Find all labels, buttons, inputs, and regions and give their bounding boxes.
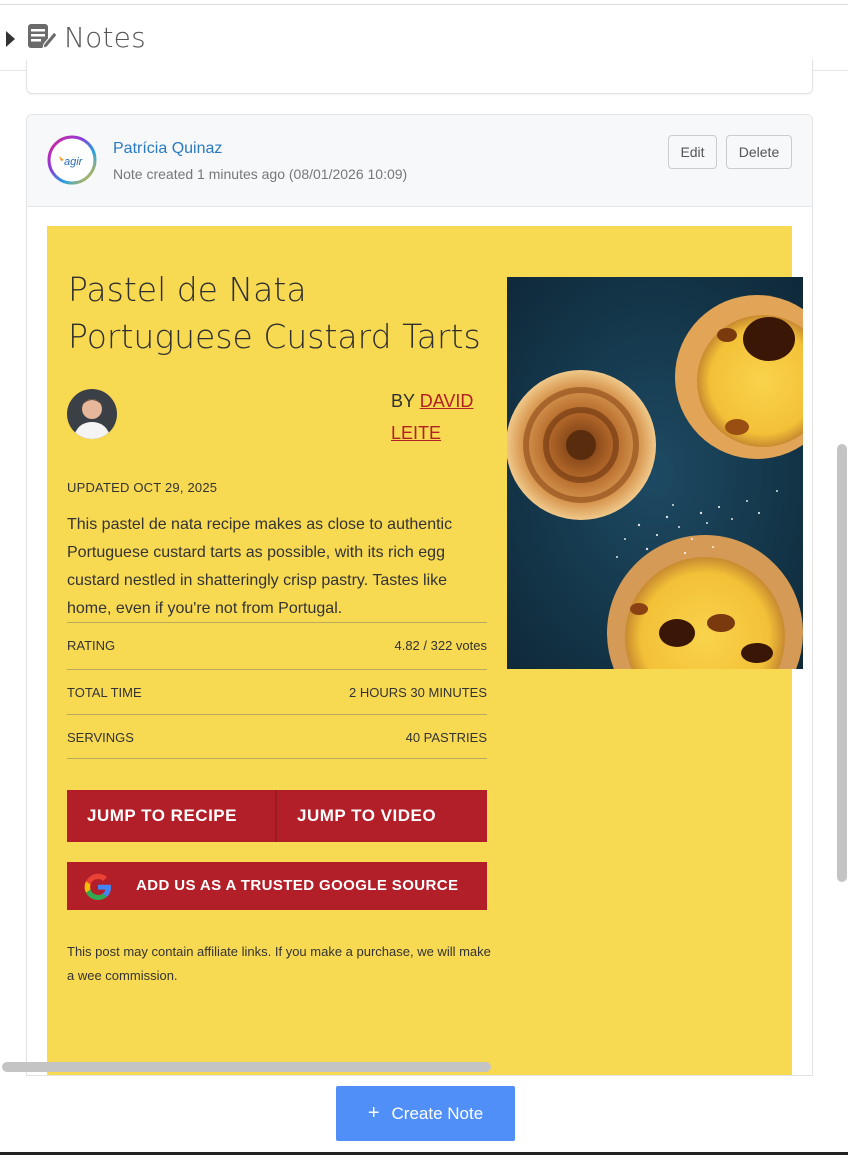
jump-divider (275, 790, 277, 842)
recipe-title-line2: Portuguese Custard Tarts (68, 317, 481, 356)
page-title: Notes (64, 21, 146, 54)
note-header: agir Patrícia Quinaz Note created 1 minu… (27, 115, 812, 207)
plus-icon: + (367, 1102, 380, 1124)
author-name[interactable]: Patrícia Quinaz (113, 140, 222, 158)
total-time-value: 2 HOURS 30 MINUTES (349, 685, 487, 700)
recipe-title-line1: Pastel de Nata (68, 270, 307, 309)
custard-tarts-photo (507, 277, 803, 669)
create-note-label: Create Note (391, 1104, 484, 1123)
caret-right-icon[interactable] (6, 31, 15, 47)
google-source-label: ADD US AS A TRUSTED GOOGLE SOURCE (136, 877, 459, 894)
note-card: agir Patrícia Quinaz Note created 1 minu… (26, 114, 813, 1076)
by-prefix: BY (391, 391, 415, 411)
notes-edit-icon (28, 24, 58, 49)
delete-button[interactable]: Delete (726, 135, 792, 169)
google-source-button[interactable]: ADD US AS A TRUSTED GOOGLE SOURCE (67, 862, 487, 910)
servings-value: 40 PASTRIES (405, 730, 487, 745)
horizontal-scrollbar[interactable] (2, 1062, 491, 1072)
edit-button[interactable]: Edit (668, 135, 717, 169)
svg-text:agir: agir (64, 156, 84, 168)
servings-label: SERVINGS (67, 730, 134, 745)
servings-row: SERVINGS 40 PASTRIES (67, 714, 487, 759)
recipe-title: Pastel de Nata Portuguese Custard Tarts (68, 266, 488, 360)
jump-to-recipe-button[interactable]: JUMP TO RECIPE (87, 790, 237, 842)
previous-note-card (26, 60, 813, 94)
rating-row: RATING 4.82 / 322 votes (67, 622, 487, 667)
recipe-embed: Pastel de Nata Portuguese Custard Tarts (47, 226, 803, 1075)
total-time-row: TOTAL TIME 2 HOURS 30 MINUTES (67, 669, 487, 714)
total-time-label: TOTAL TIME (67, 685, 142, 700)
recipe-author-avatar (67, 389, 117, 439)
jump-buttons: JUMP TO RECIPE JUMP TO VIDEO (67, 790, 487, 842)
rating-label: RATING (67, 638, 116, 653)
create-note-button[interactable]: + Create Note (336, 1086, 515, 1141)
rating-value: 4.82 / 322 votes (394, 638, 487, 653)
jump-to-video-button[interactable]: JUMP TO VIDEO (297, 790, 436, 842)
recipe-byline: BY DAVID LEITE (391, 385, 491, 449)
affiliate-disclaimer: This post may contain affiliate links. I… (67, 944, 491, 983)
google-icon (84, 873, 111, 900)
author-avatar: agir (47, 135, 97, 185)
note-timestamp: Note created 1 minutes ago (08/01/2026 1… (113, 166, 408, 182)
recipe-description: This pastel de nata recipe makes as clos… (67, 516, 453, 617)
vertical-scrollbar[interactable] (837, 444, 847, 882)
updated-date: UPDATED OCT 29, 2025 (67, 480, 218, 495)
